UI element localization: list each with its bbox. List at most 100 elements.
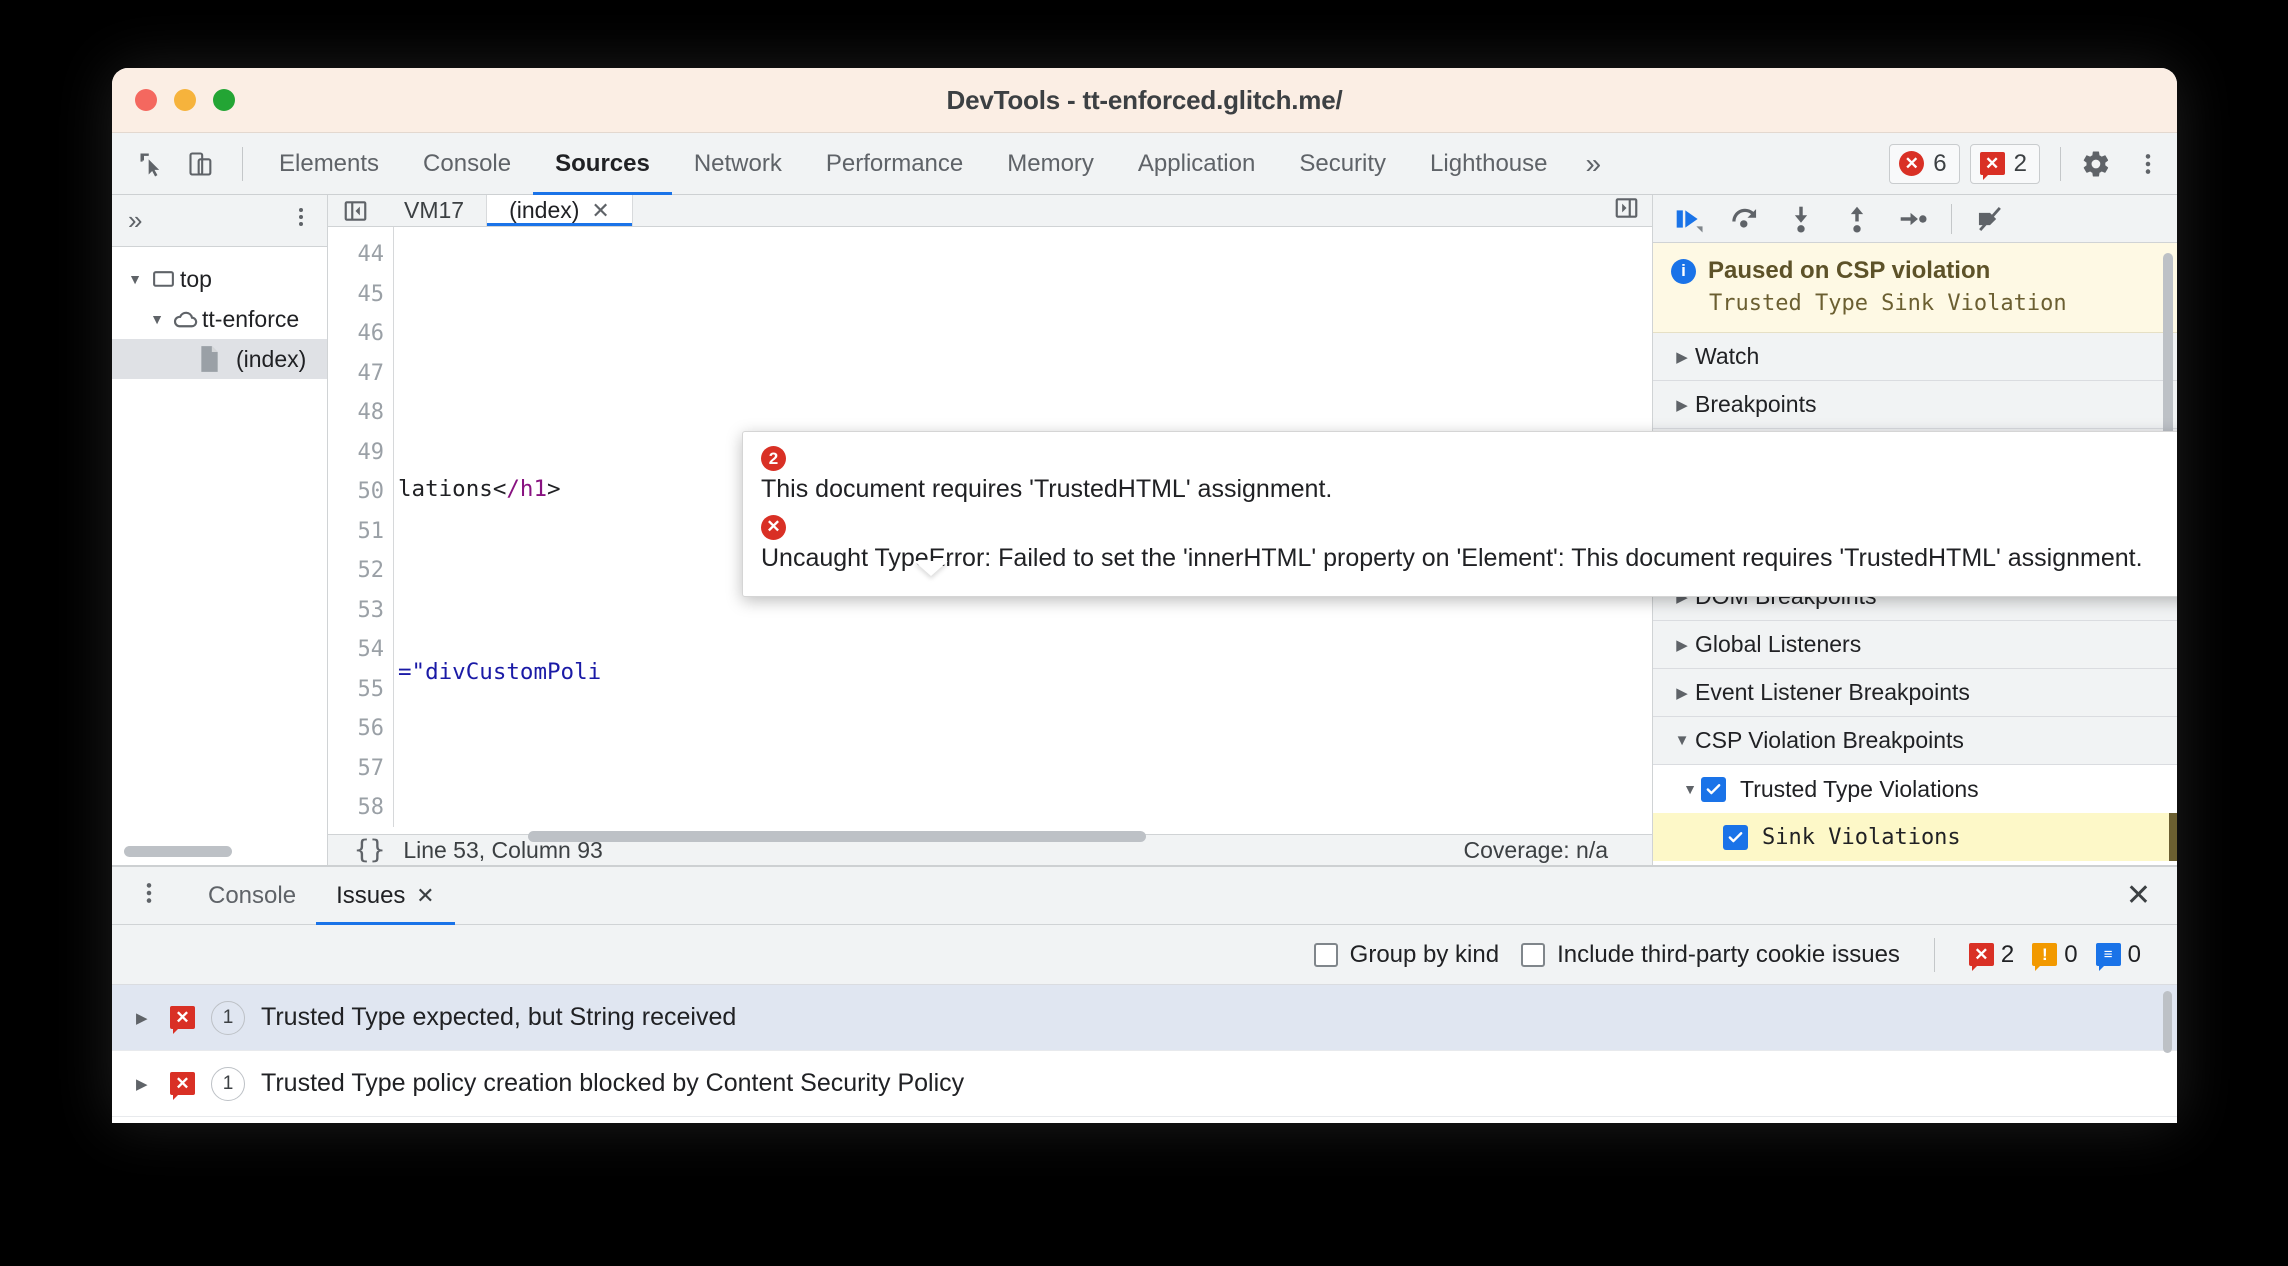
step-icon[interactable] <box>1887 196 1939 242</box>
issue-title: Trusted Type policy creation blocked by … <box>261 1069 965 1097</box>
coverage-status: Coverage: n/a <box>1463 836 1608 863</box>
error-count-value: 2 <box>2000 940 2015 968</box>
line-number: 51 <box>357 518 385 544</box>
step-out-icon[interactable] <box>1831 196 1883 242</box>
code-line[interactable]: ="divCustomPoli <box>394 653 1652 693</box>
include-third-party-cookie-issues-checkbox[interactable]: Include third-party cookie issues <box>1521 941 1900 969</box>
issue-count-badge: 1 <box>211 1066 245 1101</box>
debugger-section-event-listener-breakpoints[interactable]: ▶ Event Listener Breakpoints <box>1653 669 2177 718</box>
drawer-tab-issues[interactable]: Issues ✕ <box>316 867 454 925</box>
tab-sources[interactable]: Sources <box>533 133 672 195</box>
issue-row[interactable]: ▶ ✕ 1 Trusted Type policy creation block… <box>112 1051 2177 1117</box>
error-count-badge: 2 <box>761 446 786 471</box>
line-number: 53 <box>357 597 385 623</box>
resume-icon[interactable] <box>1663 196 1715 242</box>
tab-console[interactable]: Console <box>401 133 533 195</box>
csp-policy-violations-row[interactable]: Policy Violations <box>1653 861 2177 865</box>
tree-item-top[interactable]: ▼ top <box>112 259 327 299</box>
navigator-horizontal-scrollbar[interactable] <box>124 846 232 857</box>
pretty-print-icon[interactable]: {} <box>354 835 385 865</box>
popup-entry-0-icon: 2 <box>761 446 2177 471</box>
tab-lighthouse[interactable]: Lighthouse <box>1408 133 1569 195</box>
editor-tab-index[interactable]: (index) ✕ <box>487 195 633 226</box>
debugger-section-csp-violation-breakpoints[interactable]: ▼ CSP Violation Breakpoints <box>1653 717 2177 766</box>
issue-row[interactable]: ▶ ✕ 1 Trusted Type expected, but String … <box>112 985 2177 1051</box>
line-number: 56 <box>357 716 385 741</box>
expand-sidebar-icon[interactable] <box>1613 195 1640 226</box>
group-by-kind-checkbox[interactable]: Group by kind <box>1313 940 1500 969</box>
checkbox-box[interactable] <box>1521 942 1546 967</box>
editor-tab-vm17[interactable]: VM17 <box>382 195 488 226</box>
navigator-toolbar: » <box>112 195 327 247</box>
line-number: 57 <box>357 755 385 781</box>
tab-security[interactable]: Security <box>1277 133 1408 195</box>
warning-count-value: 0 <box>2064 940 2078 968</box>
drawer-kebab-menu-icon[interactable] <box>136 880 162 911</box>
csp-child-label: Sink Violations <box>1762 824 1961 850</box>
issues-badge[interactable]: ✕ 2 <box>1969 143 2040 184</box>
tab-elements[interactable]: Elements <box>257 133 401 195</box>
deactivate-breakpoints-icon[interactable] <box>1964 196 2016 242</box>
editor-tab-label: (index) <box>509 197 580 223</box>
paused-detail: Trusted Type Sink Violation <box>1709 291 2067 317</box>
device-toolbar-icon[interactable] <box>178 141 224 187</box>
toolbar-divider <box>242 146 243 181</box>
chevron-right-icon: ▶ <box>1676 636 1688 654</box>
debugger-section-breakpoints[interactable]: ▶ Breakpoints <box>1653 381 2177 430</box>
more-tabs-button[interactable]: » <box>1569 133 1617 195</box>
trusted-type-violations-checkbox[interactable] <box>1701 776 1726 802</box>
code-line[interactable] <box>394 379 1652 419</box>
close-icon[interactable]: ✕ <box>591 198 609 224</box>
debugger-controls-toolbar <box>1653 195 2177 244</box>
collapse-sidebar-icon[interactable] <box>328 195 382 226</box>
chevron-right-icon: ▶ <box>1676 684 1688 702</box>
drawer: Console Issues ✕ ✕ Group by kind Include… <box>112 865 2177 1123</box>
code-line[interactable] <box>394 745 1652 785</box>
tab-memory[interactable]: Memory <box>985 133 1116 195</box>
window-titlebar: DevTools - tt-enforced.glitch.me/ <box>112 68 2177 133</box>
error-bubble-icon: ✕ <box>170 1072 195 1100</box>
tab-performance[interactable]: Performance <box>804 133 985 195</box>
close-icon[interactable]: ✕ <box>416 883 434 908</box>
section-label: Watch <box>1695 343 1760 370</box>
issue-info-count: ≡ 0 <box>2095 941 2141 971</box>
issue-count-badge: 1 <box>211 1000 245 1035</box>
issue-counts: ✕ 2 ! 0 ≡ 0 <box>1968 940 2151 971</box>
navigator-kebab-menu-icon[interactable] <box>289 205 313 236</box>
code-line[interactable] <box>394 287 1652 327</box>
chevron-right-icon[interactable]: ▶ <box>136 1009 154 1027</box>
line-number: 50 <box>357 479 385 504</box>
csp-sink-violations-row[interactable]: Sink Violations <box>1653 813 2177 862</box>
kebab-menu-icon[interactable] <box>2125 141 2171 187</box>
console-errors-badge[interactable]: ✕ 6 <box>1889 143 1960 184</box>
issues-list: ▶ ✕ 1 Trusted Type expected, but String … <box>112 985 2177 1123</box>
debugger-section-watch[interactable]: ▶ Watch <box>1653 333 2177 382</box>
step-over-icon[interactable] <box>1719 196 1771 242</box>
csp-trusted-type-violations-row[interactable]: ▼ Trusted Type Violations <box>1653 765 2177 814</box>
drawer-tab-console[interactable]: Console <box>188 867 316 925</box>
tree-item-index[interactable]: (index) <box>112 339 327 379</box>
checkbox-box[interactable] <box>1313 942 1338 967</box>
issues-toolbar: Group by kind Include third-party cookie… <box>112 925 2177 985</box>
gear-icon[interactable] <box>2073 141 2119 187</box>
close-drawer-icon[interactable]: ✕ <box>2126 878 2151 913</box>
debugger-section-global-listeners[interactable]: ▶ Global Listeners <box>1653 621 2177 670</box>
tree-item-tt-enforced[interactable]: ▼ tt-enforce <box>112 299 327 339</box>
step-into-icon[interactable] <box>1775 196 1827 242</box>
include-third-party-label: Include third-party cookie issues <box>1557 940 1900 968</box>
info-circle-icon: i <box>1671 258 1696 284</box>
sink-violations-checkbox[interactable] <box>1723 824 1748 850</box>
cloud-icon <box>168 306 202 333</box>
navigator-more-tabs-button[interactable]: » <box>128 205 142 236</box>
tab-network[interactable]: Network <box>672 133 804 195</box>
line-number: 52 <box>357 558 385 583</box>
paused-title-row: i Paused on CSP violation <box>1671 257 2161 285</box>
issues-vertical-scrollbar[interactable] <box>2163 991 2172 1053</box>
tab-application[interactable]: Application <box>1116 133 1277 195</box>
window-title: DevTools - tt-enforced.glitch.me/ <box>946 84 1343 115</box>
inspect-cursor-icon[interactable] <box>128 141 174 187</box>
line-number: 48 <box>357 400 385 425</box>
editor-horizontal-scrollbar[interactable] <box>528 830 1146 842</box>
group-by-kind-label: Group by kind <box>1349 940 1500 968</box>
chevron-right-icon[interactable]: ▶ <box>136 1075 154 1093</box>
